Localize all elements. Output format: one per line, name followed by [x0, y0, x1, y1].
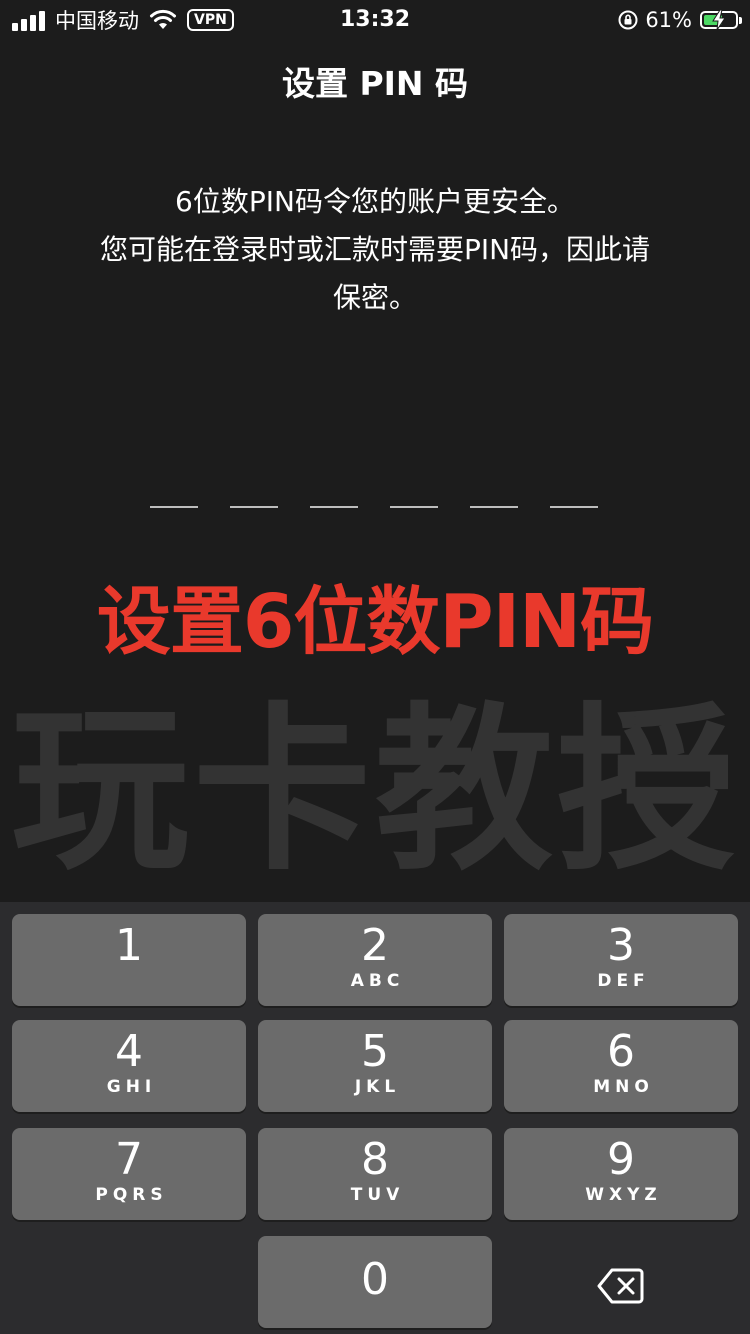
key-2[interactable]: 2 ABC — [258, 914, 492, 1006]
annotation-text: 设置6位数PIN码 — [96, 579, 654, 665]
key-3[interactable]: 3 DEF — [504, 914, 738, 1006]
pin-input-slots[interactable] — [150, 506, 600, 510]
delete-key[interactable] — [504, 1240, 738, 1332]
page-title: 设置 PIN 码 — [281, 64, 469, 103]
status-right: 61% — [617, 6, 742, 34]
description-line-1: 6位数PIN码令您的账户更安全。 — [175, 185, 575, 218]
charging-bolt-icon — [712, 10, 726, 30]
key-9[interactable]: 9 WXYZ — [504, 1128, 738, 1220]
key-8[interactable]: 8 TUV — [258, 1128, 492, 1220]
description-line-2: 您可能在登录时或汇款时需要PIN码，因此请 — [99, 233, 651, 266]
pin-slot-4 — [390, 506, 438, 508]
pin-slot-3 — [310, 506, 358, 508]
battery-icon — [700, 10, 742, 30]
pin-description: 6位数PIN码令您的账户更安全。 您可能在登录时或汇款时需要PIN码，因此请 保… — [60, 178, 690, 322]
pin-slot-5 — [470, 506, 518, 508]
battery-percent: 61% — [645, 8, 692, 32]
key-7[interactable]: 7 PQRS — [12, 1128, 246, 1220]
key-1[interactable]: 1 — [12, 914, 246, 1006]
pin-slot-6 — [550, 506, 598, 508]
key-6[interactable]: 6 MNO — [504, 1020, 738, 1112]
key-5[interactable]: 5 JKL — [258, 1020, 492, 1112]
key-4[interactable]: 4 GHI — [12, 1020, 246, 1112]
watermark-text: 玩卡教授 — [11, 687, 739, 894]
backspace-icon — [597, 1268, 644, 1304]
set-pin-screen: 中国移动 VPN 13:32 61% 设置 PIN 码 6位数PIN码令您的账户… — [0, 0, 750, 1334]
orientation-lock-icon — [618, 10, 638, 30]
numeric-keypad: 1 2 ABC 3 DEF 4 GHI 5 JKL 6 MNO 7 PQRS 8 — [0, 902, 750, 1334]
pin-slot-2 — [230, 506, 278, 508]
description-line-3: 保密。 — [332, 281, 417, 314]
pin-slot-1 — [150, 506, 198, 508]
key-0[interactable]: 0 — [258, 1236, 492, 1328]
status-bar: 中国移动 VPN 13:32 61% — [0, 0, 750, 40]
